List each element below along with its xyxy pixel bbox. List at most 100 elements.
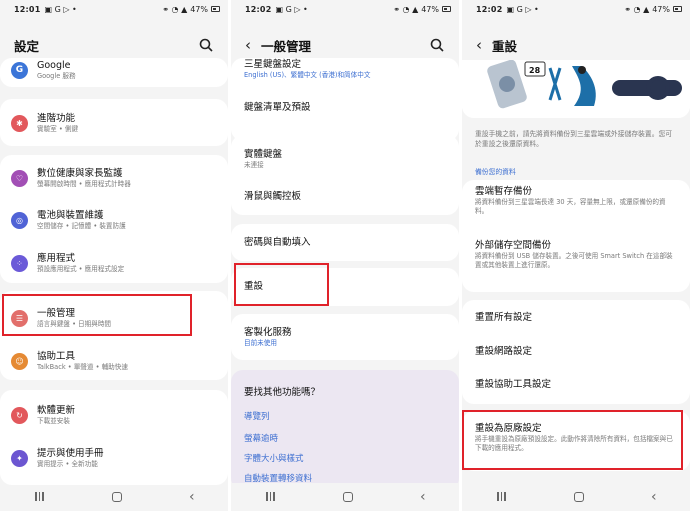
home-icon[interactable] [574,492,585,502]
item-subtitle: 未連接 [244,160,264,169]
back-nav-icon[interactable]: ‹ [651,489,657,505]
item-title: 協助工具 [37,350,76,362]
settings-item-apps[interactable]: ⁘ 應用程式 預設應用程式 • 應用程式設定 [0,246,228,280]
item-subtitle: 預設應用程式 • 應用程式設定 [37,264,125,273]
recent-apps-icon[interactable] [264,492,276,502]
settings-item-advanced-features[interactable]: ✱ 進階功能 實驗室 • 側鍵 [0,107,228,139]
cloud-backup-item[interactable]: 雲端暫存備份 將資料備份到三星雲端長達 30 天，容量無上限，或還原備份的資料。 [462,186,690,230]
battery-icon [673,6,682,12]
item-title: 提示與使用手冊 [37,447,104,459]
link-font-size-style[interactable]: 字體大小與樣式 [244,452,304,464]
page-title: 一般管理 [261,38,312,54]
search-icon[interactable] [429,37,445,53]
settings-screen: 12:01 ▣ G ▷ • ⚭ ◔ ▲ 47% 設定 G Google Goog… [0,0,228,511]
item-title: 外部儲存空間備份 [475,240,552,251]
reset-network-settings[interactable]: 重設網路設定 [462,339,690,365]
keyboard-group: 三星鍵盤設定 English (US)、繁體中文 (香港)和简体中文 鍵盤清單及… [231,58,459,141]
item-subtitle: 實驗室 • 側鍵 [37,124,79,133]
signal-icons: ⚭ ◔ ▲ [393,4,419,14]
recent-apps-icon[interactable] [33,492,45,502]
item-subtitle: Google 服務 [37,71,76,80]
settings-group-device: ♡ 數位健康與家長監護 螢幕開啟時間 • 應用程式計時器 ◎ 電池與裝置維護 空… [0,155,228,283]
reset-accessibility-settings[interactable]: 重設協助工具設定 [462,372,690,398]
reset-options-group: 重置所有設定 重設網路設定 重設協助工具設定 [462,300,690,404]
item-subtitle: English (US)、繁體中文 (香港)和简体中文 [244,70,371,79]
item-subtitle: 螢幕開啟時間 • 應用程式計時器 [37,179,131,188]
settings-item-accessibility[interactable]: ☺ 協助工具 TalkBack • 單聲道 • 輔助快速 [0,344,228,378]
item-subtitle: 將資料備份到三星雲端長達 30 天，容量無上限，或還原備份的資料。 [475,198,666,215]
item-title: 進階功能 [37,112,76,124]
reset-help-text: 重設手機之前，請先將資料備份到三星雲端或外接儲存裝置。您可於重設之後還原資料。 [475,130,673,148]
customization-service[interactable]: 客製化服務 目前未使用 [231,322,459,352]
notification-icons: ▣ G ▷ • [506,4,539,14]
page-title: 重設 [492,38,518,54]
back-icon[interactable]: ‹ [245,37,251,53]
link-screen-timeout[interactable]: 螢幕逾時 [244,432,278,444]
item-title: 滑鼠與觸控板 [244,190,302,202]
settings-group-support: ↻ 軟體更新 下載並安裝 ✦ 提示與使用手冊 實用提示 • 全新功能 [0,390,228,485]
advanced-features-icon: ✱ [11,114,28,132]
keyboard-list-default[interactable]: 鍵盤清單及預設 [231,96,459,120]
input-device-group: 實體鍵盤 未連接 滑鼠與觸控板 [231,135,459,215]
notification-icons: ▣ G ▷ • [44,4,77,14]
calendar-badge: 28 [529,66,541,75]
link-navigation-bar[interactable]: 導覽列 [244,410,270,422]
item-title: 實體鍵盤 [244,148,283,160]
item-title: 重置所有設定 [475,311,533,323]
backup-group: 雲端暫存備份 將資料備份到三星雲端長達 30 天，容量無上限，或還原備份的資料。… [462,180,690,292]
search-icon[interactable] [198,37,214,53]
back-nav-icon[interactable]: ‹ [189,489,195,505]
item-title: 應用程式 [37,252,76,264]
reset-screen: 12:02 ▣ G ▷ • ⚭ ◔ ▲ 47% ‹ 重設 28 重設手機之前，請… [462,0,690,511]
samsung-keyboard-settings[interactable]: 三星鍵盤設定 English (US)、繁體中文 (香港)和简体中文 [231,56,459,82]
settings-item-software-update[interactable]: ↻ 軟體更新 下載並安裝 [0,398,228,432]
settings-group-google: G Google Google 服務 [0,58,228,87]
accessibility-icon: ☺ [11,352,28,370]
app-bar: ‹ 重設 [462,30,690,60]
battery-level: 47% [190,4,208,14]
tips-icon: ✦ [11,449,28,467]
looking-for-something-else: 要找其他功能嗎？ 導覽列 螢幕逾時 字體大小與樣式 自動裝置轉移資料 [231,370,459,490]
back-icon[interactable]: ‹ [476,37,482,53]
recent-apps-icon[interactable] [495,492,507,502]
device-care-icon: ◎ [11,211,28,229]
item-subtitle: 下載並安裝 [37,416,70,425]
reset-all-settings[interactable]: 重置所有設定 [462,305,690,331]
notification-icons: ▣ G ▷ • [275,4,308,14]
settings-item-device-care[interactable]: ◎ 電池與裝置維護 空間儲存 • 記憶體 • 裝置防護 [0,203,228,237]
status-bar: 12:01 ▣ G ▷ • ⚭ ◔ ▲ 47% [0,0,228,18]
status-time: 12:02 [476,4,503,14]
status-bar: 12:02 ▣ G ▷ • ⚭ ◔ ▲ 47% [462,0,690,18]
home-icon[interactable] [343,492,354,502]
external-storage-backup-item[interactable]: 外部儲存空間備份 將資料備份到 USB 儲存裝置。之後可使用 Smart Swi… [462,240,690,290]
item-subtitle: 目前未使用 [244,338,277,347]
signal-icons: ⚭ ◔ ▲ [624,4,650,14]
passwords-autofill[interactable]: 密碼與自動填入 [231,231,459,255]
battery-level: 47% [421,4,439,14]
item-subtitle: 空間儲存 • 記憶體 • 裝置防護 [37,221,126,230]
nav-bar: ‹ [462,483,690,511]
highlight-box [234,263,329,306]
home-icon[interactable] [112,492,123,502]
highlight-box [2,294,192,336]
status-time: 12:01 [14,4,41,14]
item-title: 鍵盤清單及預設 [244,101,311,113]
customization-group: 客製化服務 目前未使用 [231,314,459,360]
reset-illustration-art: 28 [462,60,690,118]
item-title: Google [37,59,71,71]
mouse-trackpad[interactable]: 滑鼠與觸控板 [231,185,459,209]
battery-icon [211,6,220,12]
nav-bar: ‹ [231,483,459,511]
apps-icon: ⁘ [11,254,28,272]
physical-keyboard[interactable]: 實體鍵盤 未連接 [231,144,459,174]
settings-item-tips[interactable]: ✦ 提示與使用手冊 實用提示 • 全新功能 [0,441,228,475]
highlight-box [462,410,683,470]
back-nav-icon[interactable]: ‹ [420,489,426,505]
settings-item-google[interactable]: G Google Google 服務 [0,55,228,85]
item-title: 數位健康與家長監護 [37,167,123,179]
backup-section-label: 備份您的資料 [475,168,516,176]
settings-item-digital-wellbeing[interactable]: ♡ 數位健康與家長監護 螢幕開啟時間 • 應用程式計時器 [0,161,228,195]
item-title: 客製化服務 [244,326,292,338]
digital-wellbeing-icon: ♡ [11,169,28,187]
item-subtitle: 實用提示 • 全新功能 [37,459,98,468]
